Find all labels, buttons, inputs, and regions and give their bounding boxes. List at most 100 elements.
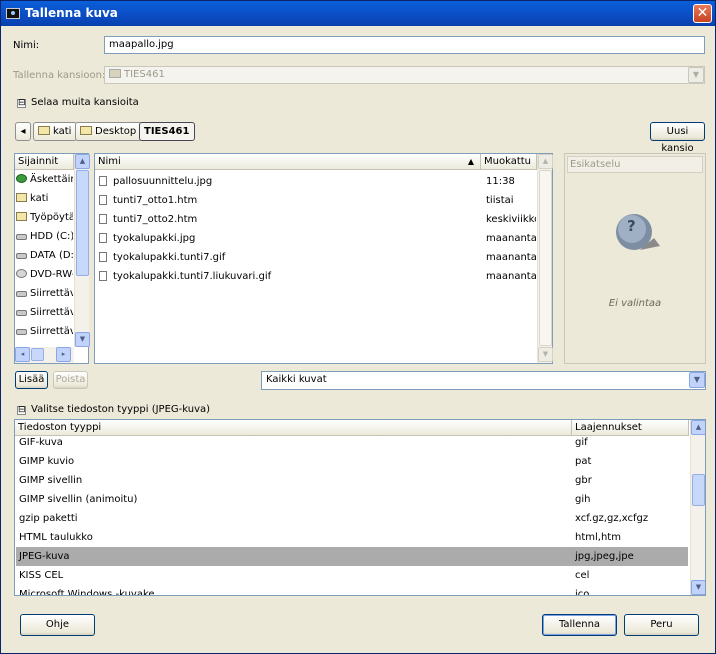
path-crumb-kati[interactable]: kati (33, 122, 78, 141)
file-type-name: JPEG-kuva (19, 551, 70, 562)
file-type-scrollbar[interactable]: ▲ ▼ (690, 420, 705, 595)
sidebar-item-place[interactable]: DATA (D: (16, 246, 73, 265)
file-type-row[interactable]: GIF-kuva gif (16, 433, 688, 452)
file-row[interactable]: tunti7_otto2.htm keskiviikko (96, 210, 536, 229)
folder-icon (109, 69, 121, 78)
add-place-button[interactable]: Lisää (15, 371, 48, 389)
file-icon (99, 252, 107, 262)
path-crumb-desktop[interactable]: Desktop (75, 122, 143, 141)
file-row[interactable]: pallosuunnittelu.jpg 11:38 (96, 172, 536, 191)
file-type-extensions: gif (575, 437, 588, 448)
scroll-down-icon[interactable]: ▼ (75, 332, 90, 347)
sidebar-item-label: HDD (C:) (30, 231, 73, 242)
file-icon (99, 271, 107, 281)
help-button[interactable]: Ohje (20, 614, 95, 636)
dropdown-arrow-icon[interactable]: ▼ (689, 372, 705, 388)
file-type-extensions: html,htm (575, 532, 621, 543)
file-type-toggle[interactable]: ⊟ Valitse tiedoston tyyppi (JPEG-kuva) (17, 404, 210, 415)
file-type-name: Microsoft Windows -kuvake (19, 589, 155, 596)
file-row[interactable]: tunti7_otto1.htm tiistai (96, 191, 536, 210)
scroll-thumb[interactable] (692, 474, 705, 506)
file-name: tyokalupakki.tunti7.liukuvari.gif (113, 271, 272, 282)
sort-ascending-icon: ▲ (467, 157, 474, 166)
file-type-label: Valitse tiedoston tyyppi (JPEG-kuva) (31, 404, 211, 415)
file-name: tyokalupakki.jpg (113, 233, 196, 244)
file-type-extensions: gbr (575, 475, 592, 486)
path-back-button[interactable]: ◂ (15, 122, 31, 141)
file-type-name: GIMP kuvio (19, 456, 75, 467)
file-type-extensions: xcf.gz,gz,xcfgz (575, 513, 649, 524)
save-button[interactable]: Tallenna (542, 614, 617, 636)
file-type-extensions: ico (575, 589, 590, 596)
file-filter-combo[interactable]: Kaikki kuvat (261, 371, 706, 390)
file-modified: maanantai (486, 252, 536, 263)
save-in-dropdown-icon: ▼ (688, 67, 704, 83)
file-row[interactable]: tyokalupakki.tunti7.gif maanantai (96, 248, 536, 267)
sidebar-item-place[interactable]: Siirrettäv (16, 303, 73, 322)
sidebar-item-place[interactable]: Siirrettäv (16, 322, 73, 341)
scroll-up-icon[interactable]: ▲ (691, 420, 705, 435)
crumb-label: Desktop (95, 126, 137, 137)
file-type-row[interactable]: KISS CEL cel (16, 566, 688, 585)
file-row[interactable]: tyokalupakki.jpg maanantai (96, 229, 536, 248)
filename-input[interactable]: maapallo.jpg (104, 36, 705, 54)
cdrom-icon (16, 269, 27, 278)
file-type-row[interactable]: GIMP sivellin gbr (16, 471, 688, 490)
desktop-icon (16, 212, 27, 221)
file-type-name: GIMP sivellin (animoitu) (19, 494, 138, 505)
browse-folders-toggle[interactable]: ⊟ Selaa muita kansioita (17, 97, 139, 108)
folder-icon (80, 126, 92, 135)
save-in-combo: TIES461 (104, 66, 705, 84)
file-type-row[interactable]: gzip paketti xcf.gz,gz,xcfgz (16, 509, 688, 528)
window-title: Tallenna kuva (25, 6, 118, 20)
file-type-row[interactable]: Microsoft Windows -kuvake ico (16, 585, 688, 596)
sidebar-item-place[interactable]: kati (16, 189, 73, 208)
no-preview-icon: ? (610, 210, 662, 260)
places-header[interactable]: Sijainnit (15, 154, 74, 170)
new-folder-button[interactable]: Uusi kansio (650, 122, 705, 154)
hscroll-thumb[interactable] (31, 348, 44, 361)
drive-icon (16, 253, 27, 259)
path-crumb-ties461[interactable]: TIES461 (139, 122, 196, 141)
column-header-name[interactable]: Nimi ▲ (95, 154, 481, 170)
places-hscrollbar[interactable]: ◂ ▸ (15, 347, 74, 363)
file-modified: maanantai (486, 271, 536, 282)
sidebar-item-place[interactable]: HDD (C:) (16, 227, 73, 246)
scroll-thumb[interactable] (76, 170, 89, 276)
file-type-name: KISS CEL (19, 570, 64, 581)
save-in-value: TIES461 (124, 69, 165, 80)
question-mark: ? (627, 217, 636, 235)
file-type-row[interactable]: HTML taulukko html,htm (16, 528, 688, 547)
crumb-label: TIES461 (144, 126, 190, 137)
scroll-down-icon[interactable]: ▼ (691, 580, 705, 595)
close-button[interactable]: ✕ (693, 4, 712, 23)
sidebar-item-place[interactable]: Työpöytä (16, 208, 73, 227)
sidebar-item-place[interactable]: Siirrettäv (16, 284, 73, 303)
file-name: tyokalupakki.tunti7.gif (113, 252, 226, 263)
scroll-up-icon[interactable]: ▲ (538, 154, 553, 169)
sidebar-item-label: Siirrettäv (30, 307, 73, 318)
scroll-up-icon[interactable]: ▲ (75, 154, 90, 169)
places-scrollbar[interactable]: ▲ ▼ (74, 154, 90, 347)
file-modified: maanantai (486, 233, 536, 244)
sidebar-item-label: Työpöytä (30, 212, 73, 223)
sidebar-item-place[interactable]: Äskettäin (16, 170, 73, 189)
scroll-thumb[interactable] (539, 170, 552, 346)
file-type-row[interactable]: GIMP kuvio pat (16, 452, 688, 471)
file-type-name: GIF-kuva (19, 437, 63, 448)
crumb-label: kati (53, 126, 72, 137)
files-scrollbar[interactable]: ▲ ▼ (537, 154, 553, 363)
column-header-modified[interactable]: Muokattu (481, 154, 537, 170)
file-type-table: Tiedoston tyyppi Laajennukset GIF-kuva gi… (14, 419, 706, 596)
scroll-left-icon[interactable]: ◂ (15, 347, 30, 362)
scroll-down-icon[interactable]: ▼ (538, 347, 553, 362)
sidebar-item-label: DATA (D: (30, 250, 73, 261)
sidebar-item-place[interactable]: DVD-RW- (16, 265, 73, 284)
file-row[interactable]: tyokalupakki.tunti7.liukuvari.gif maanant… (96, 267, 536, 286)
file-type-row[interactable]: GIMP sivellin (animoitu) gih (16, 490, 688, 509)
save-in-label: Tallenna kansioon: (13, 70, 106, 81)
file-type-name: GIMP sivellin (19, 475, 83, 486)
cancel-button[interactable]: Peru (624, 614, 699, 636)
scroll-right-icon[interactable]: ▸ (56, 347, 71, 362)
file-type-row[interactable]: JPEG-kuva jpg,jpeg,jpe (16, 547, 688, 566)
